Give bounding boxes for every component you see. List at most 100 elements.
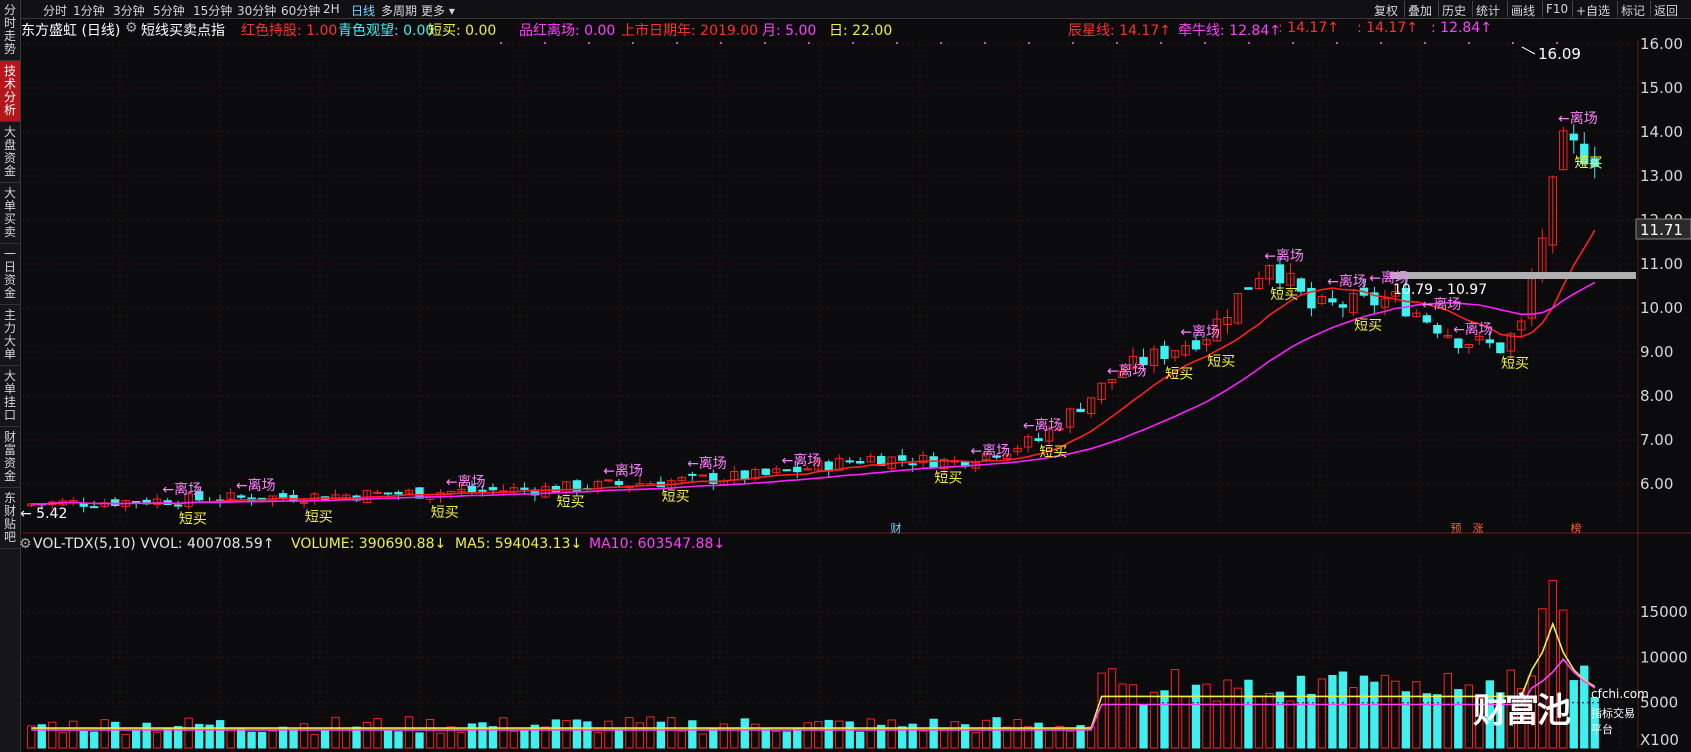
leave-signal: ←离场 bbox=[1369, 270, 1409, 287]
volume-bar bbox=[111, 721, 120, 749]
top-marker bbox=[1248, 42, 1250, 44]
indicator-value-3: 品红离场: 0.00 bbox=[519, 23, 616, 39]
toolbar-button-5[interactable]: F10 bbox=[1546, 2, 1568, 16]
leave-signal: ←离场 bbox=[970, 442, 1010, 459]
sidebar-item-2[interactable]: 大盘资金 bbox=[0, 122, 20, 183]
volume-tick: 15000 bbox=[1640, 603, 1688, 621]
timeframe-tab-8[interactable]: 日线 bbox=[351, 2, 375, 19]
price-tick: 9.00 bbox=[1640, 343, 1673, 361]
timeframe-tab-2[interactable]: 3分钟 bbox=[113, 2, 145, 19]
toolbar-button-2[interactable]: 历史 bbox=[1442, 2, 1466, 19]
volume-settings-icon[interactable]: ⚙ bbox=[19, 536, 32, 552]
volume-bar bbox=[1359, 675, 1369, 749]
event-mark: 财 bbox=[891, 521, 902, 535]
volume-bar bbox=[1076, 725, 1085, 749]
top-marker bbox=[1072, 42, 1074, 44]
sidebar-item-3[interactable]: 大单买卖 bbox=[0, 183, 20, 244]
toolbar-separator bbox=[1542, 1, 1543, 17]
volume-bar bbox=[520, 730, 529, 749]
top-marker bbox=[1556, 42, 1558, 44]
top-marker bbox=[808, 42, 810, 44]
price-tick: 10.00 bbox=[1640, 299, 1683, 317]
buy-signal: 短买 bbox=[1039, 445, 1067, 461]
buy-signal: 短买 bbox=[1270, 287, 1298, 303]
top-marker bbox=[1028, 42, 1030, 44]
top-marker bbox=[1160, 42, 1162, 44]
kline-chart[interactable]: 16.0015.0014.0013.0012.0011.0010.009.008… bbox=[0, 0, 1691, 752]
sidebar-item-4[interactable]: 一日资金 bbox=[0, 244, 20, 305]
volume-bar bbox=[1454, 689, 1463, 749]
settings-icon[interactable]: ⚙ bbox=[125, 20, 138, 36]
price-tick: 7.00 bbox=[1640, 431, 1673, 449]
leave-signal: ←离场 bbox=[1453, 321, 1493, 338]
candle-body bbox=[782, 469, 791, 472]
timeframe-tab-6[interactable]: 60分钟 bbox=[281, 2, 320, 19]
toolbar-button-0[interactable]: 复权 bbox=[1374, 2, 1398, 19]
candle-body bbox=[908, 463, 917, 466]
volume-bar bbox=[761, 728, 770, 749]
line-value-1: 牵牛线: 12.84↑ bbox=[1178, 23, 1281, 39]
timeframe-tab-3[interactable]: 5分钟 bbox=[153, 2, 185, 19]
sidebar-item-1[interactable]: 技术分析 bbox=[0, 61, 20, 122]
toolbar-button-3[interactable]: 统计 bbox=[1476, 2, 1500, 19]
volume-bar bbox=[415, 732, 424, 749]
timeframe-tab-5[interactable]: 30分钟 bbox=[237, 2, 276, 19]
sidebar-item-6[interactable]: 大单挂口 bbox=[0, 366, 20, 427]
event-mark: 预 bbox=[1451, 522, 1462, 535]
buy-signal: 短买 bbox=[1575, 156, 1603, 172]
volume-value-0: VOL-TDX(5,10) VVOL: 400708.59↑ bbox=[33, 536, 275, 552]
candle-body bbox=[1338, 304, 1348, 308]
timeframe-tab-1[interactable]: 1分钟 bbox=[73, 2, 105, 19]
sidebar-item-0[interactable]: 分时走势 bbox=[0, 0, 20, 61]
volume-bar bbox=[614, 728, 624, 749]
candle-body bbox=[1076, 408, 1085, 413]
top-marker bbox=[1204, 42, 1206, 44]
buy-signal: 短买 bbox=[1207, 354, 1235, 370]
candle-body bbox=[236, 495, 246, 498]
timeframe-tab-4[interactable]: 15分钟 bbox=[193, 2, 232, 19]
candle-body bbox=[1034, 438, 1043, 442]
line-value-2: : 14.17↑ bbox=[1278, 20, 1339, 36]
volume-bar bbox=[383, 729, 393, 749]
stock-title[interactable]: 东方盛虹 (日线) bbox=[21, 20, 120, 40]
toolbar-button-7[interactable]: 标记 bbox=[1621, 2, 1645, 19]
price-tick: 13.00 bbox=[1640, 167, 1683, 185]
candle-body bbox=[845, 460, 854, 463]
volume-header: ⚙ VOL-TDX(5,10) VVOL: 400708.59↑ VOLUME: 3… bbox=[19, 535, 1641, 555]
candle-body bbox=[1191, 340, 1201, 350]
event-mark: 榜 bbox=[1571, 521, 1582, 535]
support-zone-band bbox=[1390, 272, 1636, 279]
buy-signal: 短买 bbox=[1165, 366, 1193, 382]
candle-body bbox=[1569, 133, 1578, 141]
leave-signal: ←离场 bbox=[1107, 362, 1147, 379]
leave-signal: ←离场 bbox=[782, 452, 822, 469]
watermark-sub: 指标交易平台 bbox=[1591, 707, 1635, 736]
sidebar-item-5[interactable]: 主力大单 bbox=[0, 305, 20, 366]
volume-bar bbox=[709, 727, 718, 749]
leave-signal: ←离场 bbox=[687, 455, 727, 472]
top-marker bbox=[896, 42, 898, 44]
sidebar-item-8[interactable]: 东财贴吧 bbox=[0, 488, 20, 549]
formula-name[interactable]: 短线买卖点指 bbox=[141, 20, 225, 40]
timeframe-tab-10[interactable]: 更多 ▾ bbox=[421, 2, 455, 19]
price-tick: 14.00 bbox=[1640, 123, 1683, 141]
toolbar-button-4[interactable]: 画线 bbox=[1511, 2, 1535, 19]
sidebar-item-7[interactable]: 财富资金 bbox=[0, 427, 20, 488]
volume-bar bbox=[257, 731, 267, 749]
volume-tick: 10000 bbox=[1640, 648, 1688, 666]
candle-body bbox=[1244, 287, 1253, 290]
candle-body bbox=[373, 491, 382, 494]
volume-bar bbox=[90, 731, 99, 749]
volume-bar bbox=[1160, 690, 1169, 749]
timeframe-tab-7[interactable]: 2H bbox=[323, 2, 340, 16]
volume-bar bbox=[572, 719, 582, 749]
toolbar-button-6[interactable]: +自选 bbox=[1576, 2, 1610, 19]
volume-bar bbox=[992, 717, 1001, 749]
timeframe-tab-9[interactable]: 多周期 bbox=[381, 2, 417, 19]
volume-bar bbox=[856, 731, 865, 749]
timeframe-tab-0[interactable]: 分时 bbox=[43, 2, 67, 19]
toolbar-button-8[interactable]: 返回 bbox=[1654, 2, 1678, 19]
leave-signal: ←离场 bbox=[1180, 323, 1220, 340]
toolbar-button-1[interactable]: 叠加 bbox=[1408, 2, 1432, 19]
candle-body bbox=[1496, 342, 1505, 354]
